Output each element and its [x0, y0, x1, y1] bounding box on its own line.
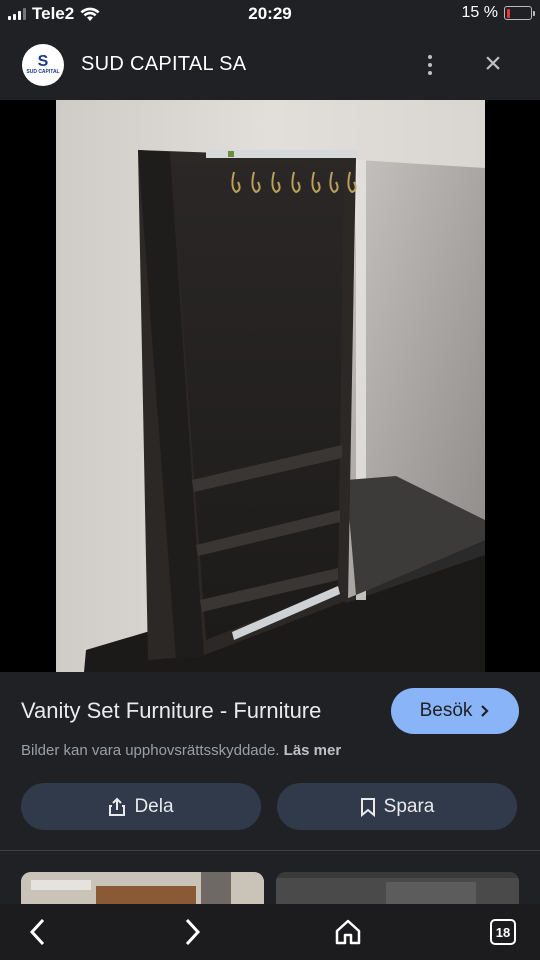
save-label: Spara	[383, 795, 435, 817]
tabs-count: 18	[490, 919, 516, 945]
home-button[interactable]	[330, 914, 366, 950]
forward-button[interactable]	[174, 914, 210, 950]
site-name[interactable]: SUD CAPITAL SA	[81, 53, 246, 76]
related-image	[276, 872, 519, 904]
chevron-left-icon	[29, 918, 45, 946]
bookmark-icon	[360, 797, 375, 817]
result-title[interactable]: Vanity Set Furniture - Furniture	[21, 698, 321, 724]
status-right: 15 %	[461, 4, 535, 22]
visit-button[interactable]: Besök	[391, 688, 519, 734]
product-photo	[56, 100, 485, 672]
tabs-button[interactable]: 18	[485, 914, 521, 950]
more-options-icon[interactable]	[420, 50, 440, 80]
chevron-right-icon	[185, 918, 201, 946]
battery-level	[506, 8, 510, 18]
chevron-right-icon	[481, 705, 489, 717]
copyright-notice: Bilder kan vara upphovsrättsskyddade. Lä…	[21, 742, 341, 759]
battery-icon	[504, 6, 535, 20]
divider	[0, 850, 540, 851]
status-bar: Tele2 20:29 15 %	[0, 0, 540, 30]
browser-toolbar: 18	[0, 904, 540, 960]
logo-mark-icon: S	[37, 53, 49, 70]
related-thumbnail[interactable]	[276, 872, 519, 904]
share-button[interactable]: Dela	[21, 783, 261, 830]
home-icon	[335, 919, 361, 945]
back-button[interactable]	[20, 914, 56, 950]
share-icon	[109, 797, 126, 816]
copyright-text: Bilder kan vara upphovsrättsskyddade.	[21, 742, 280, 759]
close-icon[interactable]: ×	[478, 49, 508, 80]
logo-text: SUD CAPITAL	[26, 69, 60, 75]
image-preview[interactable]	[0, 100, 540, 672]
related-image	[21, 872, 264, 904]
learn-more-link[interactable]: Läs mer	[284, 742, 342, 759]
visit-label: Besök	[419, 700, 473, 721]
battery-percent: 15 %	[461, 4, 498, 21]
save-button[interactable]: Spara	[277, 783, 517, 830]
status-time: 20:29	[248, 4, 292, 23]
share-label: Dela	[134, 795, 174, 817]
site-logo[interactable]: S SUD CAPITAL	[22, 44, 64, 86]
source-header: S SUD CAPITAL SUD CAPITAL SA ×	[0, 30, 540, 100]
related-thumbnail[interactable]	[21, 872, 264, 904]
